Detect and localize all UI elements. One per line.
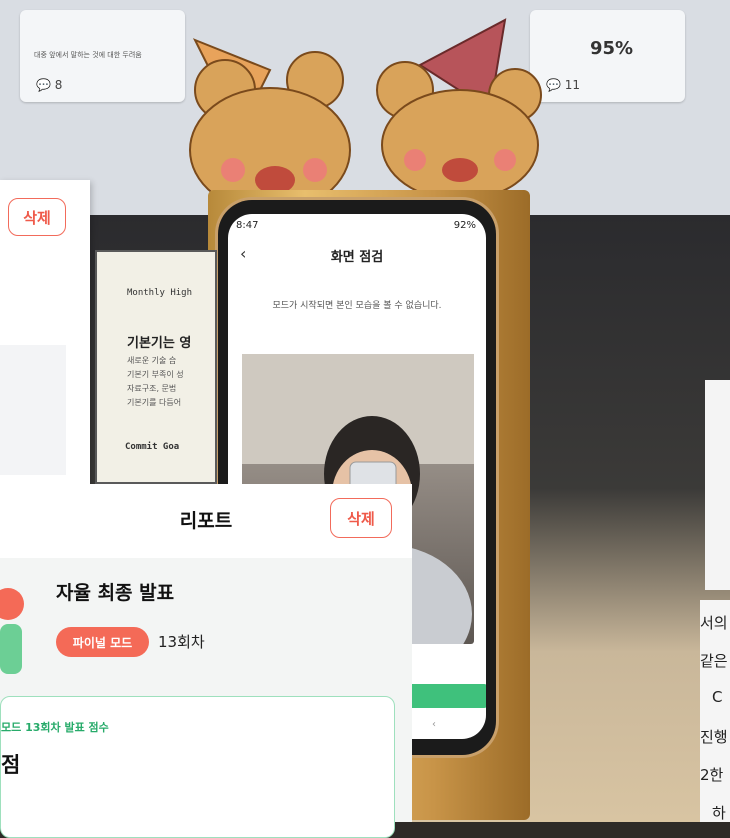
- right-edge-card: [705, 380, 730, 590]
- score-unit: 점: [1, 753, 21, 777]
- comment-icon: 💬: [36, 78, 51, 92]
- monitor-card: 대중 앞에서 말하는 것에 대한 두려움 💬 8: [20, 10, 185, 102]
- status-time: 8:47: [236, 220, 259, 231]
- right-edge-document: 서의 같은 C 진행 2한 하: [700, 600, 730, 822]
- score-caption: 모드 13회차 발표 점수: [1, 721, 109, 734]
- delete-button[interactable]: 삭제: [330, 498, 392, 538]
- round-label: 13회차: [158, 633, 205, 651]
- session-title: 자율 최종 발표: [56, 582, 175, 604]
- monitor-card-subtitle: 대중 앞에서 말하는 것에 대한 두려움: [34, 51, 142, 59]
- screen-title: 화면 점검: [330, 250, 384, 265]
- bear-cutout-left: [189, 38, 351, 210]
- notebook-commit: Commit Goa: [125, 442, 180, 452]
- avatar-icon: [0, 588, 24, 674]
- text-fragment: 같은: [700, 652, 728, 670]
- text-fragment: C: [712, 688, 723, 706]
- monitor-card-count: 💬 11: [546, 78, 581, 92]
- nav-back-icon[interactable]: ‹: [432, 719, 436, 730]
- notebook-title: 기본기는 영: [127, 336, 192, 351]
- bear-cutout-right: [376, 18, 542, 200]
- report-header: 리포트 삭제: [0, 484, 412, 558]
- delete-button[interactable]: 삭제: [8, 198, 66, 236]
- text-fragment: 하: [712, 804, 726, 822]
- status-bar: 8:47 92%: [236, 220, 476, 231]
- left-report-fragment: 삭제: [0, 180, 90, 490]
- monitor-card-percent: 95%: [590, 38, 634, 59]
- status-battery: 92%: [453, 220, 476, 231]
- notebook-heading: Monthly High: [127, 288, 193, 298]
- monitor-card: 95% 💬 11: [530, 10, 685, 102]
- report-screen: 리포트 삭제 자율 최종 발표 파이널 모드 13회차 모드 13회차 발표 점…: [0, 484, 412, 838]
- text-fragment: 서의: [700, 614, 728, 632]
- score-card: 모드 13회차 발표 점수 점: [0, 696, 395, 838]
- monthly-highlight-notebook: Monthly High 기본기는 영 새로운 기술 습 기본기 부족이 성 자…: [95, 250, 217, 484]
- mode-badge: 파이널 모드: [56, 627, 149, 657]
- camera-notice: 모드가 시작되면 본인 모습을 볼 수 없습니다.: [272, 301, 442, 311]
- monitor-card-count: 💬 8: [36, 78, 63, 92]
- text-fragment: 2한: [700, 766, 724, 784]
- content-card: [0, 345, 66, 475]
- text-fragment: 진행: [700, 728, 728, 746]
- notebook-body: 새로운 기술 습 기본기 부족이 성 자료구조, 문법 기본기를 다듬어: [127, 356, 184, 407]
